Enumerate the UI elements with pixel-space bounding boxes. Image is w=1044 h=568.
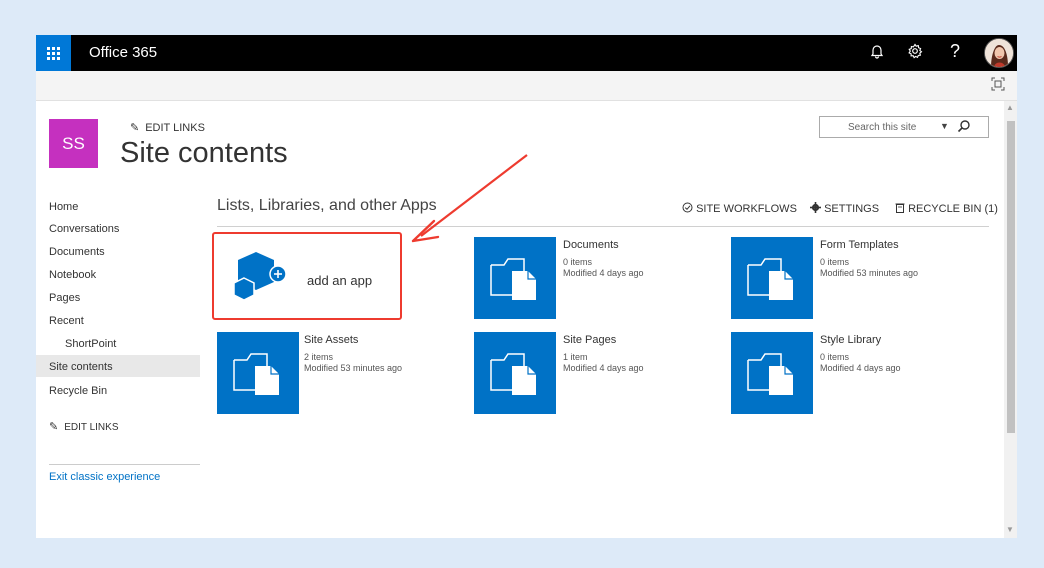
- search-scope-dropdown-icon[interactable]: ▼: [940, 121, 949, 131]
- pencil-icon: ✎: [49, 421, 59, 433]
- nav-item-recycle-bin[interactable]: Recycle Bin: [49, 385, 107, 397]
- site-assets-title[interactable]: Site Assets: [304, 334, 358, 346]
- edit-links-top[interactable]: ✎ EDIT LINKS: [130, 121, 205, 134]
- workflow-check-icon: [682, 202, 696, 215]
- vertical-scrollbar[interactable]: ▲ ▼: [1004, 101, 1017, 538]
- site-pages-tile-icon[interactable]: [474, 332, 556, 414]
- ribbon-bar: [36, 71, 1017, 101]
- site-assets-item-count: 2 items: [304, 352, 334, 362]
- suite-bar: Office 365 ?: [36, 35, 1017, 71]
- site-workflows-label: SITE WORKFLOWS: [696, 203, 797, 215]
- notifications-bell-icon[interactable]: [870, 43, 884, 65]
- nav-item-recent[interactable]: Recent: [49, 315, 84, 327]
- nav-item-documents[interactable]: Documents: [49, 246, 105, 258]
- site-assets-tile-icon[interactable]: [217, 332, 299, 414]
- site-assets-modified: Modified 53 minutes ago: [304, 363, 403, 373]
- nav-item-site-contents[interactable]: Site contents: [49, 361, 113, 373]
- style-library-item-count: 0 items: [820, 352, 850, 362]
- nav-item-pages[interactable]: Pages: [49, 292, 80, 304]
- site-logo[interactable]: SS: [49, 119, 98, 168]
- recycle-bin-icon: [895, 203, 908, 215]
- nav-item-shortpoint[interactable]: ShortPoint: [65, 338, 116, 350]
- section-title: Lists, Libraries, and other Apps: [217, 197, 437, 214]
- user-avatar[interactable]: [984, 38, 1014, 68]
- settings-cog-icon: [810, 202, 824, 215]
- form-templates-title[interactable]: Form Templates: [820, 239, 899, 251]
- documents-item-count: 0 items: [563, 257, 593, 267]
- form-templates-tile-icon[interactable]: [731, 237, 813, 319]
- site-pages-title[interactable]: Site Pages: [563, 334, 616, 346]
- edit-links-label: EDIT LINKS: [145, 122, 205, 134]
- site-pages-modified: Modified 4 days ago: [563, 363, 644, 373]
- scroll-down-arrow-icon[interactable]: ▼: [1006, 525, 1014, 534]
- documents-title[interactable]: Documents: [563, 239, 619, 251]
- library-folder-icon: [490, 258, 536, 300]
- settings-gear-icon[interactable]: [907, 43, 923, 65]
- scroll-thumb[interactable]: [1007, 121, 1015, 433]
- style-library-title[interactable]: Style Library: [820, 334, 881, 346]
- waffle-icon: [47, 46, 60, 60]
- nav-item-home[interactable]: Home: [49, 201, 78, 213]
- nav-edit-links[interactable]: ✎ EDIT LINKS: [49, 420, 119, 433]
- library-folder-icon: [233, 353, 279, 395]
- browser-window: Office 365 ? ▲ ▼ SS ✎ EDIT LINKS Site co…: [36, 35, 1017, 538]
- brand-name[interactable]: Office 365: [89, 44, 157, 61]
- documents-tile-icon[interactable]: [474, 237, 556, 319]
- app-launcher-button[interactable]: [36, 35, 71, 71]
- site-pages-item-count: 1 item: [563, 352, 588, 362]
- documents-modified: Modified 4 days ago: [563, 268, 644, 278]
- nav-edit-links-label: EDIT LINKS: [64, 422, 119, 433]
- site-workflows-command[interactable]: SITE WORKFLOWS: [682, 202, 797, 215]
- pencil-icon: ✎: [130, 122, 140, 134]
- nav-item-notebook[interactable]: Notebook: [49, 269, 96, 281]
- library-folder-icon: [490, 353, 536, 395]
- add-an-app-label[interactable]: add an app: [307, 273, 372, 288]
- recycle-bin-command[interactable]: RECYCLE BIN (1): [895, 202, 998, 215]
- form-templates-item-count: 0 items: [820, 257, 850, 267]
- search-input[interactable]: Search this site ▼: [819, 116, 989, 138]
- exit-classic-experience-link[interactable]: Exit classic experience: [49, 471, 160, 483]
- nav-divider: [49, 464, 200, 465]
- add-app-hexagon-icon: [233, 252, 287, 301]
- settings-command[interactable]: SETTINGS: [810, 202, 879, 215]
- focus-on-content-icon[interactable]: [991, 77, 1005, 91]
- search-placeholder: Search this site: [848, 122, 917, 133]
- settings-label: SETTINGS: [824, 203, 880, 215]
- form-templates-modified: Modified 53 minutes ago: [820, 268, 919, 278]
- scroll-up-arrow-icon[interactable]: ▲: [1006, 103, 1014, 112]
- library-folder-icon: [747, 353, 793, 395]
- page-title: Site contents: [120, 137, 288, 169]
- help-button[interactable]: ?: [950, 41, 960, 61]
- library-folder-icon: [747, 258, 793, 300]
- command-divider: [217, 226, 989, 227]
- style-library-tile-icon[interactable]: [731, 332, 813, 414]
- recycle-bin-label: RECYCLE BIN (1): [908, 203, 998, 215]
- search-icon[interactable]: [957, 119, 971, 133]
- style-library-modified: Modified 4 days ago: [820, 363, 901, 373]
- nav-item-conversations[interactable]: Conversations: [49, 223, 119, 235]
